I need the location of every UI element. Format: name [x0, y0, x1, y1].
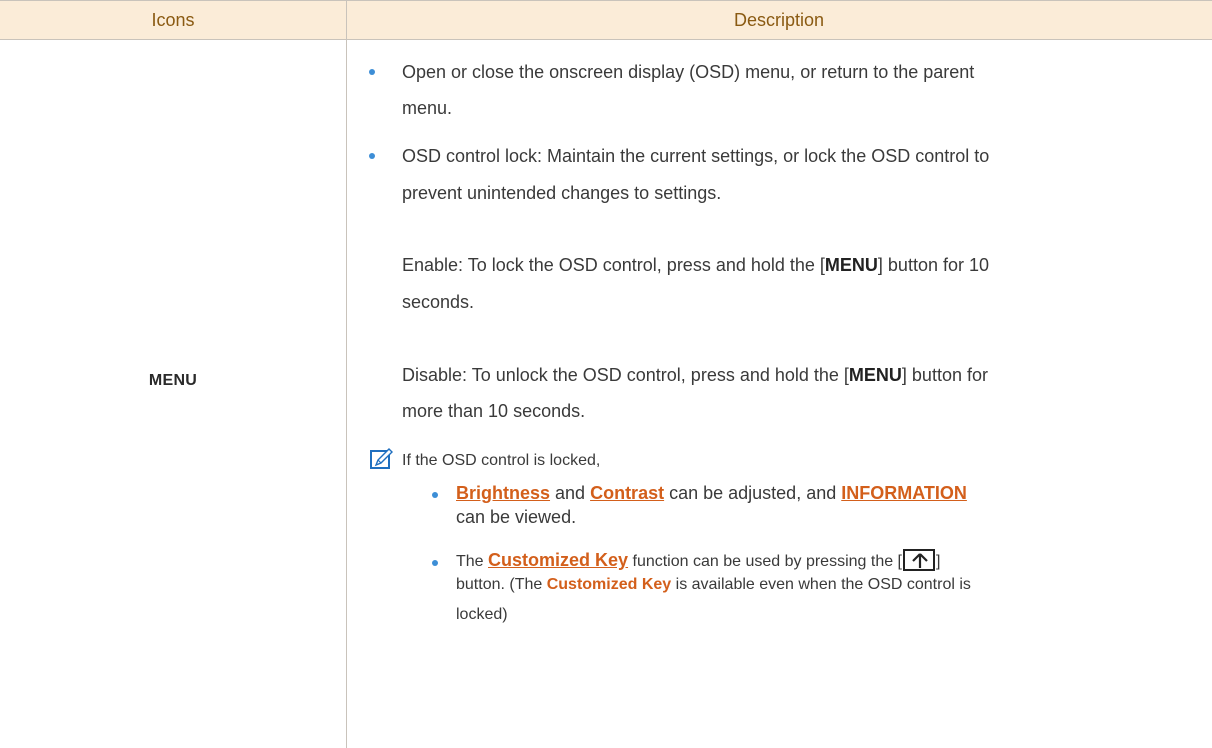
disable-line-1: Disable: To unlock the OSD control, pres… [402, 365, 988, 385]
table-header-row: Icons Description [0, 0, 1212, 40]
disable-line-2: more than 10 seconds. [402, 401, 586, 421]
bullet-text-1a: Open or close the onscreen display (OSD)… [402, 62, 975, 82]
enable-line-1: Enable: To lock the OSD control, press a… [402, 255, 989, 275]
customized-key-link[interactable]: Customized Key [488, 550, 628, 570]
bullet-dot [369, 153, 375, 159]
enable-line-2: seconds. [402, 292, 475, 312]
function-table: Icons Description MENU Open or close the… [0, 0, 1212, 748]
header-description: Description [733, 9, 825, 30]
contrast-link[interactable]: Contrast [590, 483, 664, 503]
menu-icon-label: MENU [148, 372, 198, 389]
note-item-2-line-3: locked) [456, 606, 508, 623]
information-link[interactable]: INFORMATION [841, 483, 967, 503]
note-item-2-line-2: button. (The Customized Key is available… [456, 576, 971, 593]
bullet-text-1b: menu. [402, 98, 453, 118]
note-intro: If the OSD control is locked, [402, 452, 601, 469]
note-item-2-line-1: The Customized Key function can be used … [456, 549, 941, 571]
bullet-text-2b: prevent unintended changes to settings. [402, 183, 722, 203]
brightness-link[interactable]: Brightness [456, 483, 550, 503]
customized-key-label: Customized Key [546, 576, 672, 593]
column-divider [346, 0, 347, 748]
note-item-1-line-2: can be viewed. [456, 507, 577, 527]
bullet-dot [432, 560, 438, 566]
note-item-1-line-1: Brightness and Contrast can be adjusted,… [456, 483, 967, 503]
menu-key-label: MENU [848, 365, 902, 385]
note-pencil-icon [370, 448, 393, 469]
menu-key-label: MENU [824, 255, 878, 275]
bullet-dot [432, 492, 438, 498]
up-arrow-key-icon [903, 549, 935, 571]
header-icons: Icons [151, 9, 195, 30]
bullet-text-2a: OSD control lock: Maintain the current s… [402, 146, 990, 166]
bullet-dot [369, 69, 375, 75]
